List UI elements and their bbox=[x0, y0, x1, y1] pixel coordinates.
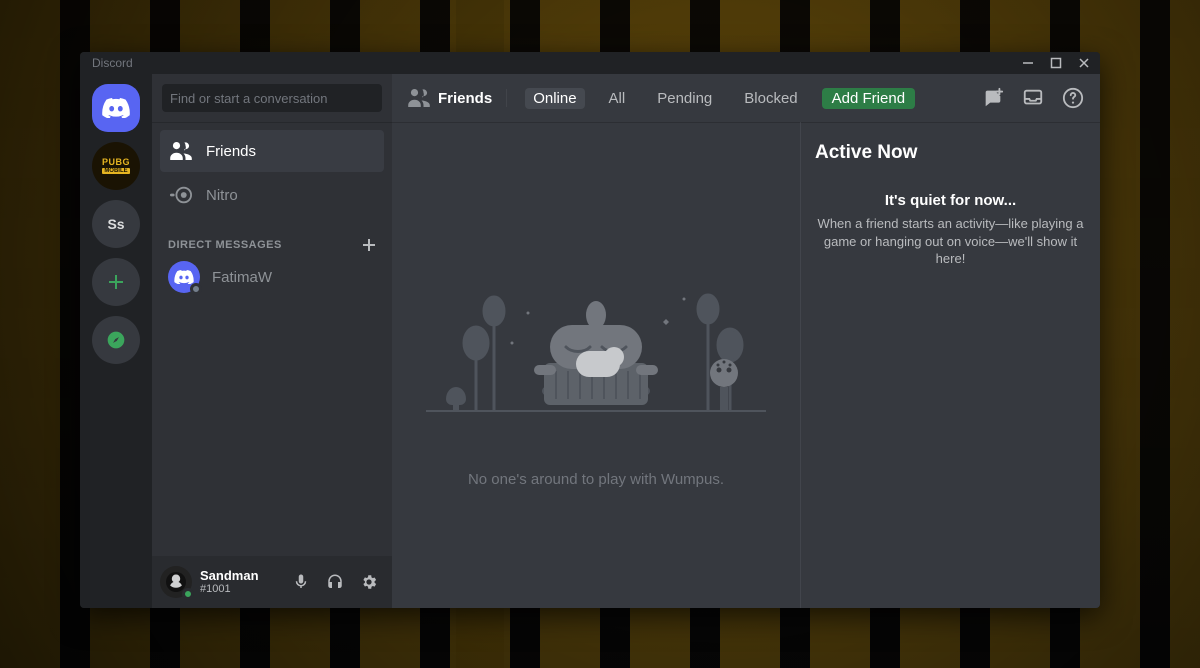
dm-header-label: DIRECT MESSAGES bbox=[168, 239, 282, 251]
tab-online[interactable]: Online bbox=[525, 88, 584, 109]
new-group-dm-button[interactable] bbox=[982, 87, 1004, 109]
inbox-icon bbox=[1022, 87, 1044, 109]
user-panel: Sandman #1001 bbox=[152, 556, 392, 608]
friends-icon bbox=[408, 89, 430, 107]
user-tag: #1001 bbox=[200, 583, 278, 595]
main-panel: Friends Online All Pending Blocked Add F… bbox=[392, 74, 1100, 608]
inbox-button[interactable] bbox=[1022, 87, 1044, 109]
server-pubg-label-top: PUBG bbox=[102, 158, 130, 167]
server-ss-initials: Ss bbox=[107, 216, 124, 232]
discord-window: Discord bbox=[80, 52, 1100, 608]
window-titlebar: Discord bbox=[80, 52, 1100, 74]
plus-icon bbox=[106, 272, 126, 292]
active-now-panel: Active Now It's quiet for now... When a … bbox=[800, 122, 1100, 608]
active-now-sub-title: It's quiet for now... bbox=[811, 192, 1090, 209]
dm-sidebar: Friends Nitro DIRECT MESSAGES bbox=[152, 74, 392, 608]
explore-servers-button[interactable] bbox=[92, 316, 140, 364]
window-close-button[interactable] bbox=[1078, 57, 1092, 69]
deafen-button[interactable] bbox=[320, 567, 350, 597]
nav-nitro-label: Nitro bbox=[206, 187, 238, 204]
desktop-wallpaper: Discord bbox=[0, 0, 1200, 668]
mute-button[interactable] bbox=[286, 567, 316, 597]
tab-add-friend[interactable]: Add Friend bbox=[822, 88, 915, 109]
add-server-button[interactable] bbox=[92, 258, 140, 306]
nav-nitro[interactable]: Nitro bbox=[160, 174, 384, 216]
empty-state: No one's around to play with Wumpus. bbox=[392, 122, 800, 608]
server-ss[interactable]: Ss bbox=[92, 200, 140, 248]
avatar bbox=[168, 261, 200, 293]
user-name: Sandman bbox=[200, 569, 278, 583]
window-maximize-button[interactable] bbox=[1050, 57, 1064, 69]
home-button[interactable] bbox=[92, 84, 140, 132]
topbar: Friends Online All Pending Blocked Add F… bbox=[392, 74, 1100, 122]
dm-item[interactable]: FatimaW bbox=[160, 256, 384, 298]
create-dm-button[interactable] bbox=[362, 238, 376, 252]
server-pubg-label-bottom: MOBILE bbox=[102, 168, 129, 174]
search-input[interactable] bbox=[162, 84, 382, 112]
friends-icon bbox=[170, 142, 192, 160]
compass-icon bbox=[106, 330, 126, 350]
nitro-icon bbox=[170, 186, 192, 204]
headphones-icon bbox=[326, 573, 344, 591]
tab-pending[interactable]: Pending bbox=[649, 88, 720, 109]
discord-logo-icon bbox=[174, 270, 194, 284]
dm-item-name: FatimaW bbox=[212, 269, 272, 286]
window-title: Discord bbox=[88, 56, 133, 70]
discord-logo-icon bbox=[102, 98, 130, 118]
microphone-icon bbox=[292, 573, 310, 591]
plus-icon bbox=[362, 238, 376, 252]
gear-icon bbox=[360, 573, 378, 591]
chat-plus-icon bbox=[982, 87, 1004, 109]
active-now-title: Active Now bbox=[811, 138, 1090, 178]
window-minimize-button[interactable] bbox=[1022, 57, 1036, 69]
help-icon bbox=[1062, 87, 1084, 109]
status-online-icon bbox=[182, 588, 194, 600]
nav-friends-label: Friends bbox=[206, 143, 256, 160]
tab-all[interactable]: All bbox=[601, 88, 634, 109]
user-avatar[interactable] bbox=[160, 566, 192, 598]
topbar-section-label: Friends bbox=[438, 90, 492, 107]
help-button[interactable] bbox=[1062, 87, 1084, 109]
server-pubg[interactable]: PUBG MOBILE bbox=[92, 142, 140, 190]
settings-button[interactable] bbox=[354, 567, 384, 597]
active-now-sub-body: When a friend starts an activity—like pl… bbox=[811, 215, 1090, 268]
tab-blocked[interactable]: Blocked bbox=[736, 88, 805, 109]
status-offline-icon bbox=[190, 283, 202, 295]
nav-friends[interactable]: Friends bbox=[160, 130, 384, 172]
server-rail: PUBG MOBILE Ss bbox=[80, 74, 152, 608]
empty-caption: No one's around to play with Wumpus. bbox=[468, 471, 724, 488]
wumpus-illustration bbox=[416, 243, 776, 443]
